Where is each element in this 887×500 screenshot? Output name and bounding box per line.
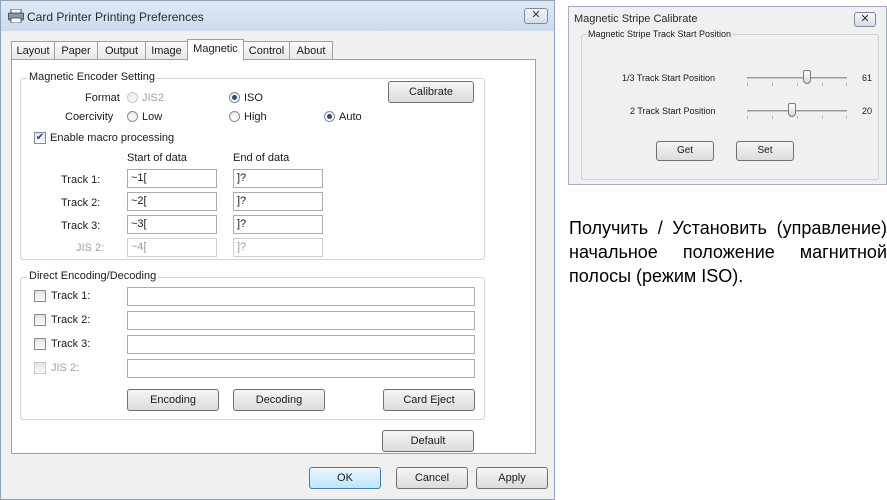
track-start-group: Magnetic Stripe Track Start Position 1/3…	[581, 29, 879, 180]
track-1-end-field[interactable]: ]?	[233, 169, 323, 188]
group-label: Magnetic Stripe Track Start Position	[586, 29, 734, 39]
track-3-start-field[interactable]: ~3[	[127, 215, 217, 234]
direct-jis2-label: JIS 2:	[51, 362, 80, 374]
tick-mark	[747, 83, 748, 86]
coercivity-high-radio[interactable]	[229, 111, 240, 122]
track-2-end-field[interactable]: ]?	[233, 192, 323, 211]
direct-jis2-checkbox[interactable]	[34, 362, 46, 374]
card-eject-button[interactable]: Card Eject	[383, 389, 475, 411]
start-of-data-header: Start of data	[127, 152, 187, 164]
tab-control[interactable]: Control	[243, 41, 290, 60]
close-icon: ✕	[531, 9, 541, 21]
window-title: Card Printer Printing Preferences	[27, 10, 204, 24]
format-iso-label: ISO	[244, 92, 263, 104]
group-label: Magnetic Encoder Setting	[27, 71, 157, 83]
track-3-label: Track 3:	[61, 220, 101, 232]
encoding-button[interactable]: Encoding	[127, 389, 219, 411]
slider-2-value: 20	[862, 106, 873, 116]
tick-mark	[822, 116, 823, 119]
window-title: Magnetic Stripe Calibrate	[574, 13, 698, 25]
macro-label: Enable macro processing	[50, 132, 175, 144]
close-button[interactable]: ✕	[524, 8, 548, 24]
coercivity-low-label: Low	[142, 111, 163, 123]
tick-mark	[846, 83, 847, 86]
ok-button[interactable]: OK	[309, 467, 381, 489]
tick-mark	[797, 83, 798, 86]
direct-track-2-label: Track 2:	[51, 314, 91, 326]
slider-2-thumb[interactable]	[788, 103, 796, 117]
tab-about[interactable]: About	[289, 41, 333, 60]
tick-mark	[747, 116, 748, 119]
magnetic-tab-panel: Magnetic Encoder Setting Format JIS2 ISO…	[11, 59, 536, 454]
tick-mark	[822, 83, 823, 86]
direct-track-3-label: Track 3:	[51, 338, 91, 350]
tick-mark	[772, 116, 773, 119]
jis2-start-field[interactable]: ~4[	[127, 238, 217, 257]
encoder-settings-group: Magnetic Encoder Setting Format JIS2 ISO…	[20, 71, 485, 260]
tick-mark	[772, 83, 773, 86]
track-2-start-field[interactable]: ~2[	[127, 192, 217, 211]
default-button[interactable]: Default	[382, 430, 474, 452]
format-jis2-radio[interactable]	[127, 92, 138, 103]
track-3-end-field[interactable]: ]?	[233, 215, 323, 234]
direct-encoding-group: Direct Encoding/Decoding Track 1: Track …	[20, 270, 485, 420]
format-jis2-label: JIS2	[142, 92, 165, 104]
cancel-button[interactable]: Cancel	[396, 467, 468, 489]
coercivity-auto-label: Auto	[339, 111, 362, 123]
get-button[interactable]: Get	[656, 141, 714, 161]
slider-1-value: 61	[862, 73, 873, 83]
calibrate-window: Magnetic Stripe Calibrate ✕ Magnetic Str…	[568, 6, 887, 185]
set-button[interactable]: Set	[736, 141, 794, 161]
coercivity-low-radio[interactable]	[127, 111, 138, 122]
direct-track-2-checkbox[interactable]	[34, 314, 46, 326]
close-icon: ✕	[860, 13, 870, 25]
printing-preferences-window: Card Printer Printing Preferences ✕ Layo…	[0, 0, 555, 500]
format-label: Format	[85, 92, 120, 104]
slider-1-label: 1/3 Track Start Position	[622, 73, 716, 83]
tab-layout[interactable]: Layout	[11, 41, 55, 60]
apply-button[interactable]: Apply	[476, 467, 548, 489]
slider-1-thumb[interactable]	[803, 70, 811, 84]
direct-track-1-field[interactable]	[127, 287, 475, 306]
direct-track-1-checkbox[interactable]	[34, 290, 46, 302]
group-label: Direct Encoding/Decoding	[27, 270, 159, 282]
printer-icon	[8, 9, 24, 23]
tab-image[interactable]: Image	[145, 41, 188, 60]
decoding-button[interactable]: Decoding	[233, 389, 325, 411]
direct-track-1-label: Track 1:	[51, 290, 91, 302]
direct-jis2-field[interactable]	[127, 359, 475, 378]
slider-1-track	[747, 77, 847, 79]
end-of-data-header: End of data	[233, 152, 290, 164]
direct-track-3-field[interactable]	[127, 335, 475, 354]
format-iso-radio[interactable]	[229, 92, 240, 103]
macro-checkbox[interactable]: ✔	[34, 132, 46, 144]
track-1-label: Track 1:	[61, 174, 101, 186]
tab-magnetic[interactable]: Magnetic	[187, 39, 244, 61]
slider-2-label: 2 Track Start Position	[630, 106, 716, 116]
tab-paper[interactable]: Paper	[54, 41, 98, 60]
checkmark-icon: ✔	[35, 132, 45, 143]
slider-2[interactable]	[747, 103, 847, 121]
caption-text: Получить / Установить (управление) начал…	[569, 218, 887, 286]
tab-output[interactable]: Output	[97, 41, 146, 60]
coercivity-auto-radio[interactable]	[324, 111, 335, 122]
coercivity-label: Coercivity	[65, 111, 114, 123]
track-1-start-field[interactable]: ~1[	[127, 169, 217, 188]
jis2-label: JIS 2:	[76, 242, 105, 254]
slider-1[interactable]	[747, 70, 847, 88]
slider-2-track	[747, 110, 847, 112]
coercivity-high-label: High	[244, 111, 267, 123]
tick-mark	[846, 116, 847, 119]
track-2-label: Track 2:	[61, 197, 101, 209]
close-button[interactable]: ✕	[854, 12, 876, 27]
tick-mark	[797, 116, 798, 119]
calibrate-button[interactable]: Calibrate	[388, 81, 474, 103]
title-bar: Card Printer Printing Preferences ✕	[1, 1, 554, 31]
jis2-end-field[interactable]: ]?	[233, 238, 323, 257]
direct-track-3-checkbox[interactable]	[34, 338, 46, 350]
direct-track-2-field[interactable]	[127, 311, 475, 330]
